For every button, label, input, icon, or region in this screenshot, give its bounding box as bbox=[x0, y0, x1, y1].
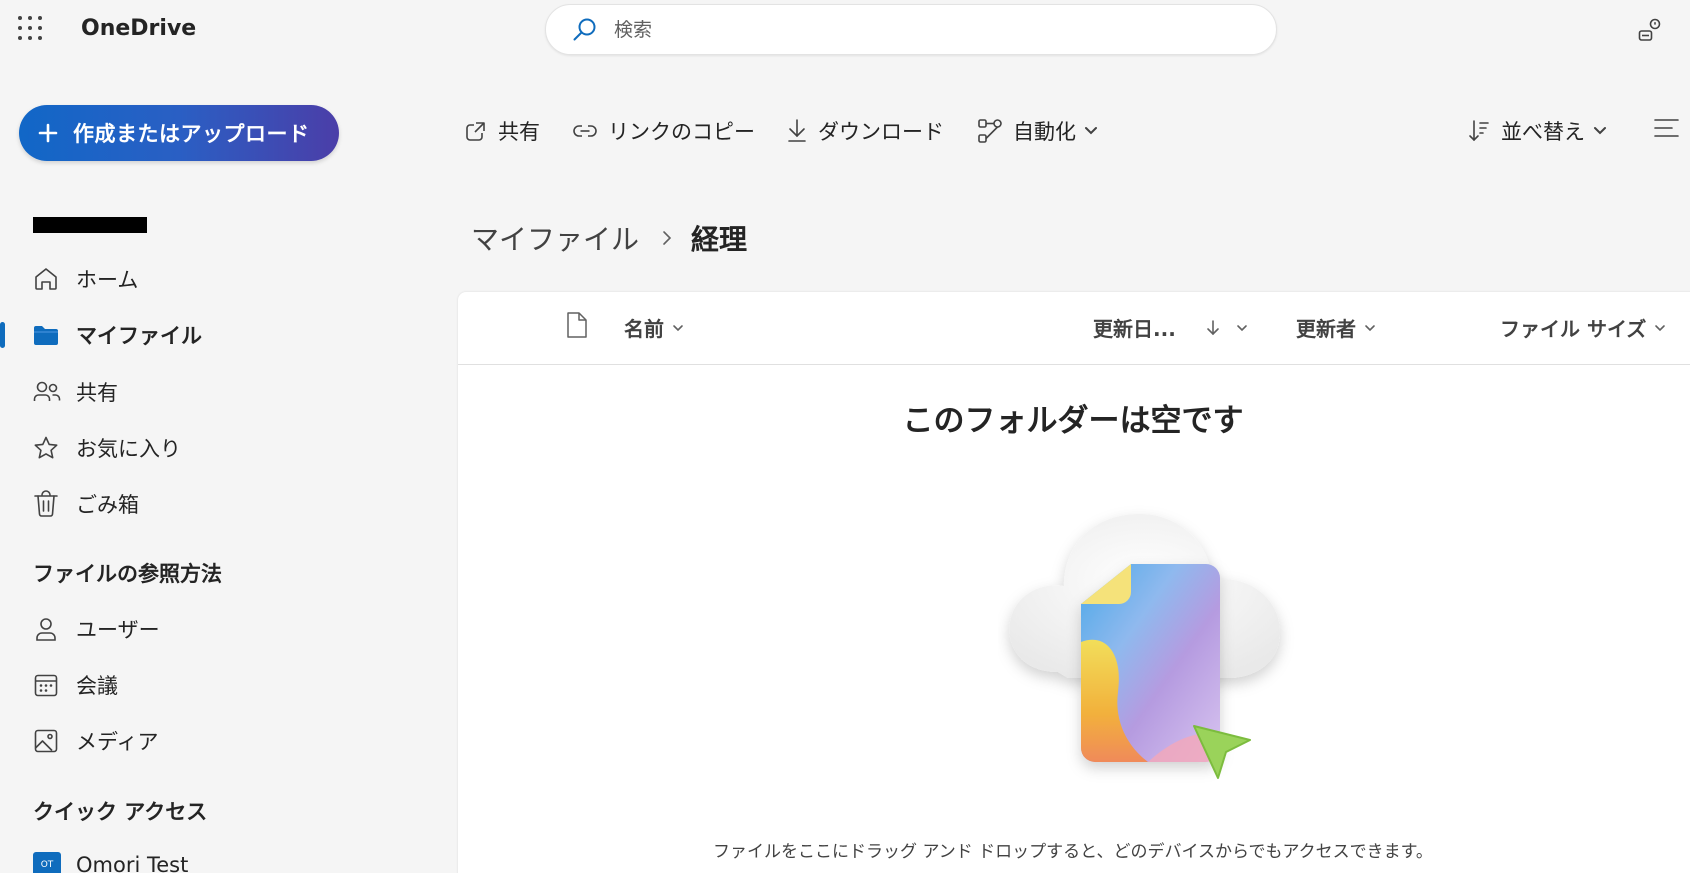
automate-button[interactable]: 自動化 bbox=[977, 116, 1098, 146]
column-modified-by-label: 更新者 bbox=[1296, 317, 1356, 341]
empty-folder-title: このフォルダーは空です bbox=[902, 403, 1244, 439]
sidebar-item-label: お気に入り bbox=[76, 437, 181, 461]
sidebar-item-home[interactable]: ホーム bbox=[33, 261, 138, 297]
quick-access-title: クイック アクセス bbox=[33, 800, 208, 824]
redacted-account-name bbox=[33, 217, 147, 233]
arrow-down-icon bbox=[1206, 319, 1220, 337]
chevron-down-icon bbox=[1593, 126, 1607, 136]
file-list-pane: 名前 更新日... 更新者 ファイル サイズ このフォルダーは空です ファイルを… bbox=[458, 292, 1690, 873]
share-label: 共有 bbox=[498, 120, 540, 144]
chevron-right-icon bbox=[661, 229, 673, 247]
sidebar-item-media[interactable]: メディア bbox=[33, 723, 159, 759]
share-icon bbox=[464, 119, 488, 143]
sidebar-item-meetings[interactable]: 会議 bbox=[33, 667, 118, 703]
people-icon bbox=[33, 380, 61, 404]
search-input[interactable] bbox=[614, 18, 1214, 41]
copy-link-button[interactable]: リンクのコピー bbox=[572, 116, 755, 146]
download-icon bbox=[786, 118, 808, 144]
column-header-modified-by[interactable]: 更新者 bbox=[1296, 313, 1376, 342]
list-header: 名前 更新日... 更新者 ファイル サイズ bbox=[458, 292, 1690, 365]
file-type-icon[interactable] bbox=[566, 311, 588, 339]
view-options-button[interactable] bbox=[1652, 116, 1680, 140]
sidebar-item-label: ホーム bbox=[76, 268, 139, 292]
upload-illustration bbox=[998, 482, 1298, 802]
sidebar-item-label: マイファイル bbox=[76, 324, 202, 348]
column-header-modified[interactable]: 更新日... bbox=[1093, 313, 1248, 342]
chevron-down-icon bbox=[1236, 324, 1248, 332]
plus-icon bbox=[37, 122, 59, 144]
sidebar-item-label: 共有 bbox=[76, 381, 118, 405]
sidebar-item-label: ユーザー bbox=[76, 618, 160, 642]
download-label: ダウンロード bbox=[818, 120, 944, 144]
chevron-down-icon bbox=[1084, 126, 1098, 136]
quick-access-label: Omori Test bbox=[76, 853, 189, 873]
column-file-size-label: ファイル サイズ bbox=[1500, 317, 1647, 341]
view-list-icon bbox=[1652, 116, 1680, 140]
chevron-down-icon bbox=[1364, 324, 1376, 332]
create-upload-button[interactable]: 作成またはアップロード bbox=[19, 105, 339, 161]
image-icon bbox=[33, 728, 61, 754]
app-title[interactable]: OneDrive bbox=[81, 16, 196, 41]
sidebar-item-label: 会議 bbox=[76, 674, 118, 698]
chevron-down-icon bbox=[1654, 324, 1666, 332]
sidebar-item-label: ごみ箱 bbox=[76, 493, 139, 517]
empty-folder-description: ファイルをここにドラッグ アンド ドロップすると、どのデバイスからでもアクセスで… bbox=[713, 842, 1433, 862]
download-button[interactable]: ダウンロード bbox=[786, 116, 944, 146]
site-avatar: OT bbox=[33, 852, 61, 873]
sidebar-item-shared[interactable]: 共有 bbox=[33, 374, 118, 410]
column-header-file-size[interactable]: ファイル サイズ bbox=[1500, 313, 1666, 342]
help-icon[interactable] bbox=[1637, 17, 1663, 43]
column-header-name[interactable]: 名前 bbox=[624, 313, 684, 342]
sidebar-item-my-files[interactable]: マイファイル bbox=[33, 317, 202, 353]
selection-indicator bbox=[0, 322, 5, 348]
create-upload-label: 作成またはアップロード bbox=[73, 122, 310, 146]
browse-section-title: ファイルの参照方法 bbox=[33, 562, 222, 586]
share-button[interactable]: 共有 bbox=[464, 116, 540, 146]
sidebar-item-recycle-bin[interactable]: ごみ箱 bbox=[33, 486, 139, 522]
calendar-icon bbox=[33, 672, 61, 698]
flow-icon bbox=[977, 118, 1003, 144]
breadcrumb: マイファイル 経理 bbox=[471, 218, 747, 258]
folder-icon bbox=[33, 323, 61, 347]
sort-button[interactable]: 並べ替え bbox=[1467, 116, 1607, 146]
column-modified-label: 更新日... bbox=[1093, 317, 1176, 341]
copy-link-label: リンクのコピー bbox=[608, 120, 755, 144]
breadcrumb-current-folder: 経理 bbox=[691, 223, 748, 256]
app-launcher-icon[interactable] bbox=[18, 16, 42, 40]
trash-icon bbox=[33, 490, 61, 518]
quick-access-item[interactable]: OT Omori Test bbox=[33, 847, 188, 873]
column-name-label: 名前 bbox=[624, 317, 664, 341]
link-icon bbox=[572, 119, 598, 143]
sidebar-item-people[interactable]: ユーザー bbox=[33, 611, 160, 647]
search-box[interactable] bbox=[545, 4, 1277, 55]
home-icon bbox=[33, 266, 61, 292]
search-icon bbox=[572, 17, 598, 43]
chevron-down-icon bbox=[672, 324, 684, 332]
sort-icon bbox=[1467, 118, 1491, 144]
person-icon bbox=[33, 616, 61, 642]
sidebar-item-favorites[interactable]: お気に入り bbox=[33, 430, 181, 466]
automate-label: 自動化 bbox=[1013, 120, 1076, 144]
breadcrumb-my-files[interactable]: マイファイル bbox=[471, 218, 639, 258]
sort-label: 並べ替え bbox=[1501, 120, 1585, 144]
star-icon bbox=[33, 435, 61, 461]
sidebar-item-label: メディア bbox=[76, 730, 159, 754]
